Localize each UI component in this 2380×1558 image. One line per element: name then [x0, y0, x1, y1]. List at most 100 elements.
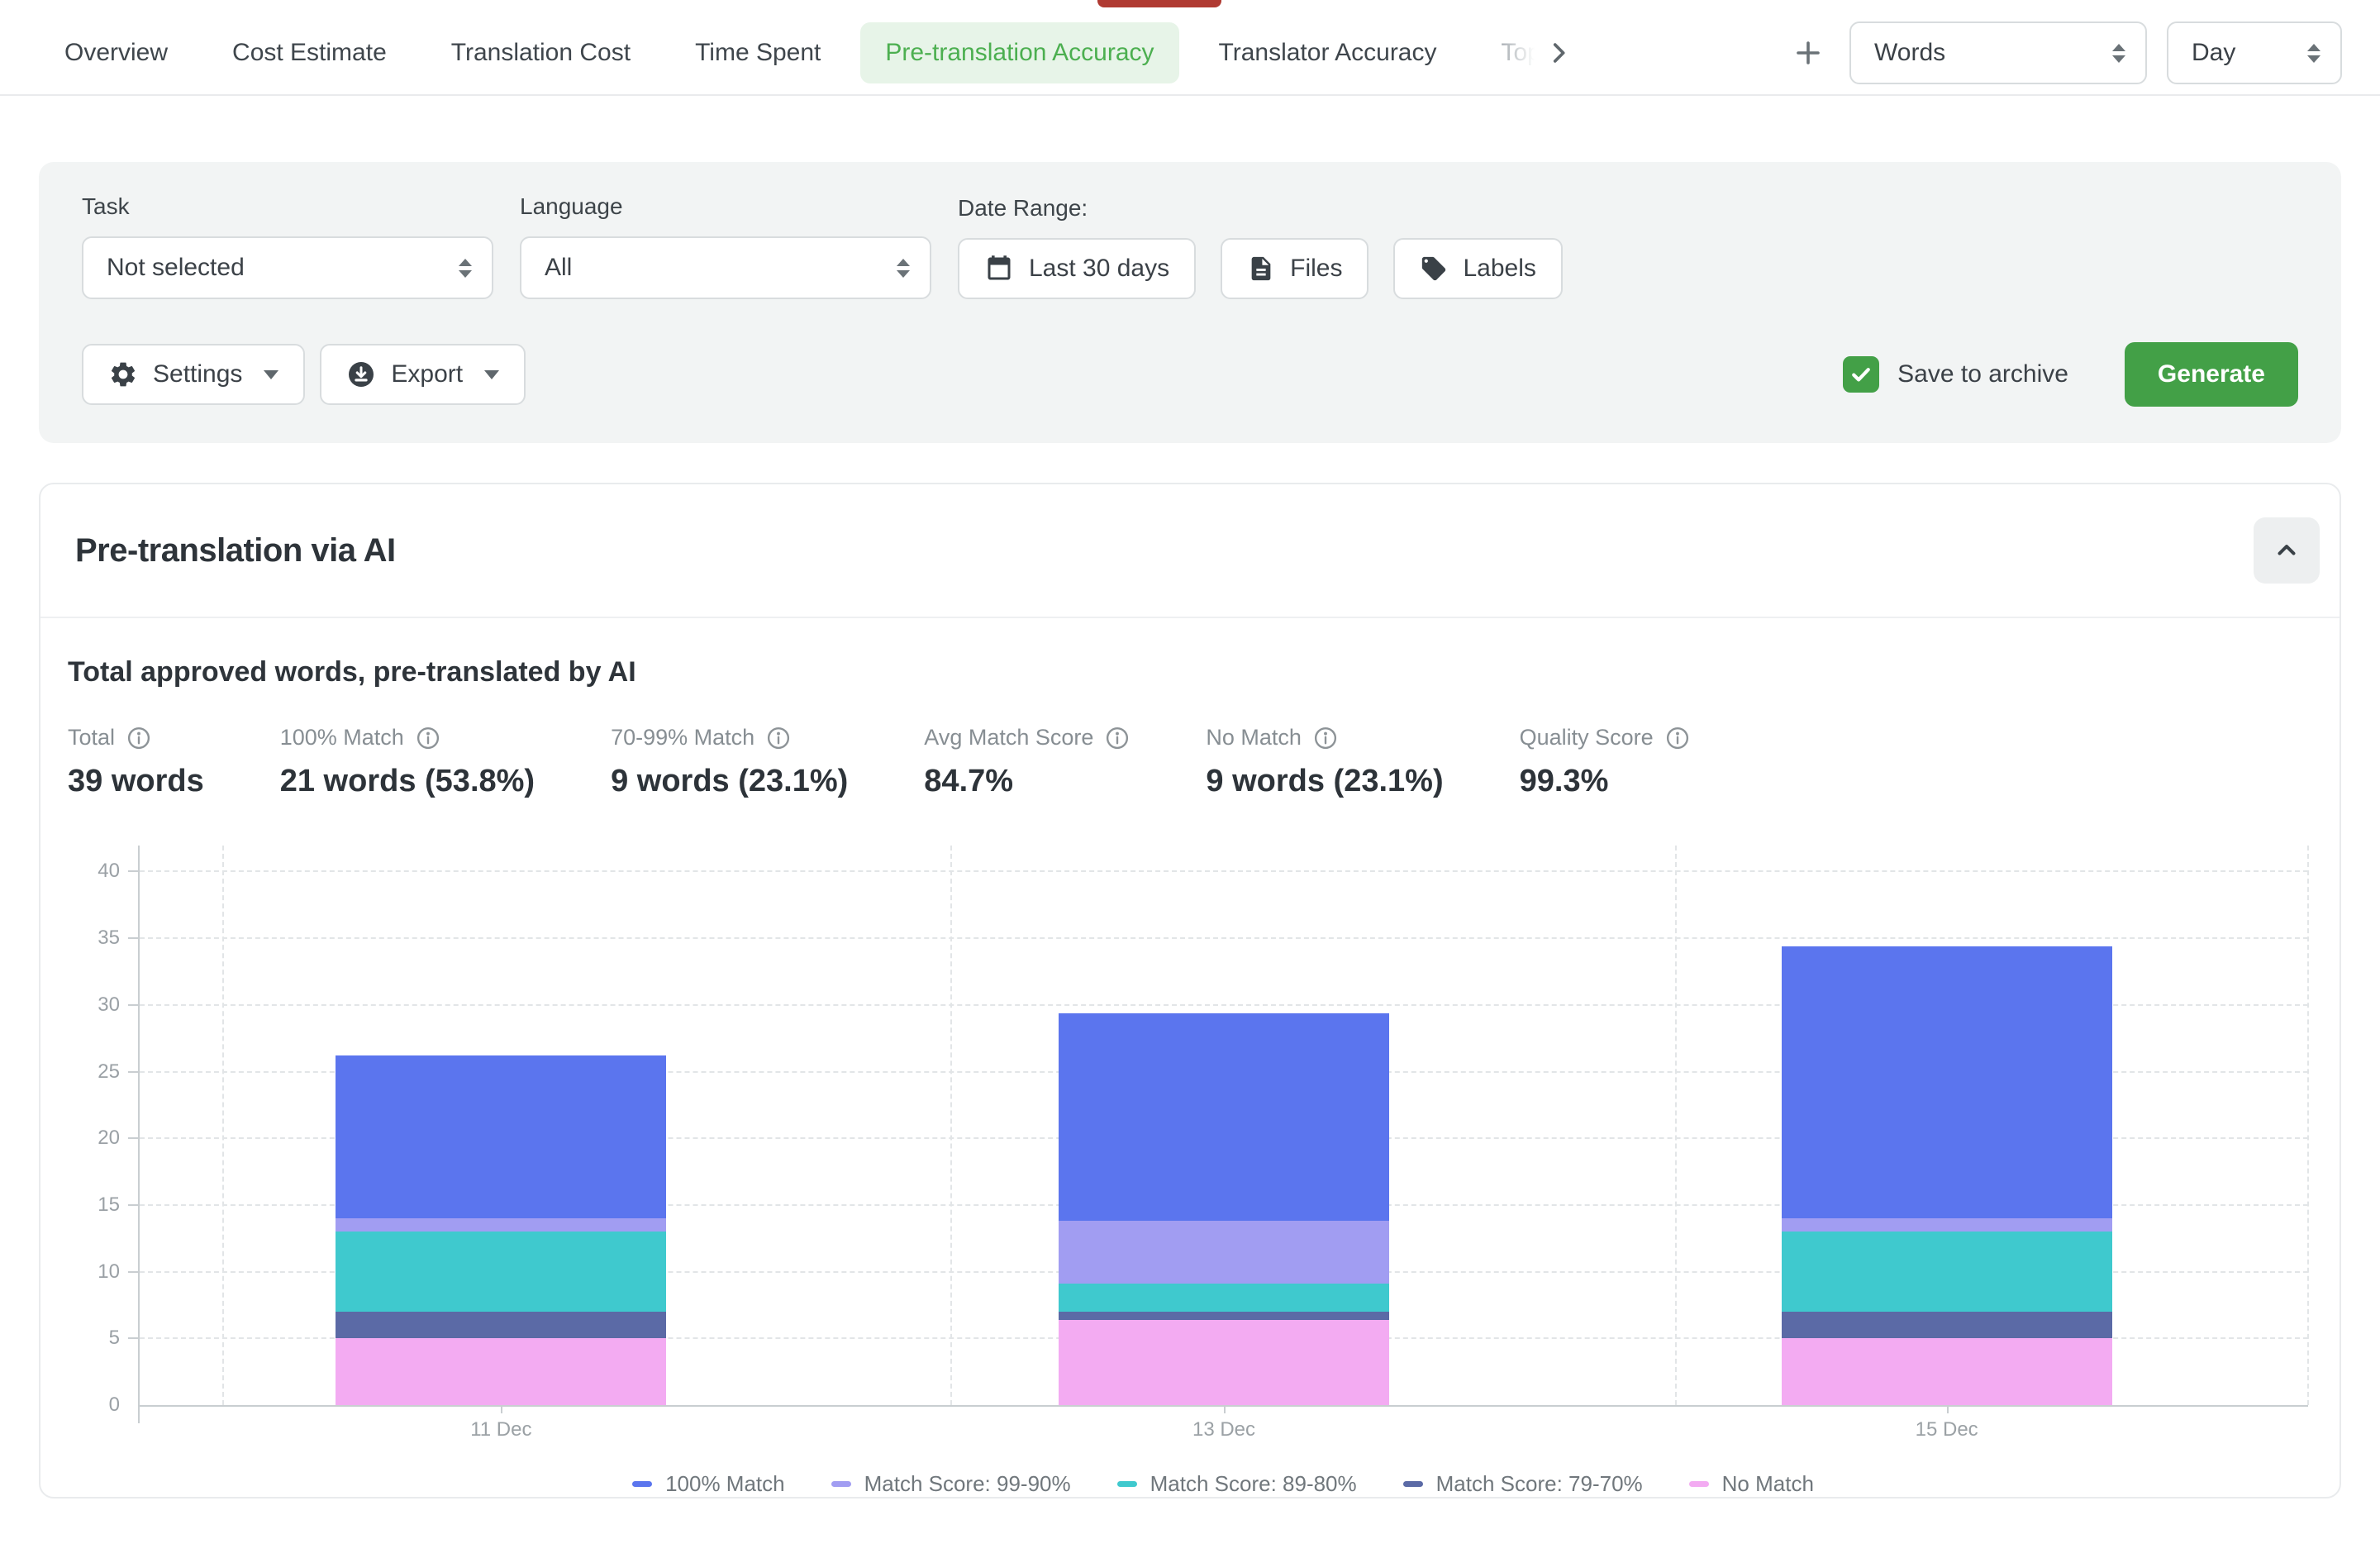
bar-segment-match-score-89-80-15-dec[interactable]: [1782, 1232, 2112, 1312]
legend-item-match-score-79-70[interactable]: Match Score: 79-70%: [1403, 1471, 1643, 1497]
caret-down-icon: [484, 370, 499, 379]
stat-avg-match-score: Avg Match Score84.7%: [924, 725, 1130, 799]
date-range-value: Last 30 days: [1029, 255, 1169, 283]
tab-translation-cost[interactable]: Translation Cost: [426, 22, 655, 83]
stat-70-99-match: 70-99% Match9 words (23.1%): [611, 725, 848, 799]
tab-top[interactable]: Top: [1477, 22, 1538, 83]
y-gridline: [140, 870, 2308, 872]
language-select[interactable]: All: [520, 236, 931, 299]
bar-segment-no-match-11-dec[interactable]: [336, 1338, 666, 1405]
stat-value: 39 words: [68, 764, 204, 799]
task-select-value: Not selected: [107, 254, 245, 282]
info-icon[interactable]: [1313, 726, 1338, 750]
x-axis-label-13-dec: 13 Dec: [1125, 1418, 1323, 1441]
files-label: Files: [1290, 255, 1342, 283]
y-axis-label: 30: [98, 993, 120, 1017]
x-tick: [501, 1405, 502, 1413]
legend-item-match-score-89-80[interactable]: Match Score: 89-80%: [1117, 1471, 1357, 1497]
y-axis-label: 25: [98, 1060, 120, 1084]
x-axis-label-15-dec: 15 Dec: [1848, 1418, 2046, 1441]
tab-time-spent[interactable]: Time Spent: [670, 22, 845, 83]
task-filter: Task Not selected: [82, 193, 493, 299]
tab-overview[interactable]: Overview: [40, 22, 193, 83]
labels-label: Labels: [1463, 255, 1535, 283]
bar-segment-match-score-99-90-11-dec[interactable]: [336, 1218, 666, 1232]
info-icon[interactable]: [766, 726, 791, 750]
stat-label: No Match: [1206, 725, 1302, 750]
bar-segment-match-score-89-80-11-dec[interactable]: [336, 1232, 666, 1312]
bar-segment-match-score-99-90-13-dec[interactable]: [1059, 1221, 1389, 1284]
bar-13-dec[interactable]: [1059, 1013, 1389, 1405]
legend-item-100-match[interactable]: 100% Match: [632, 1471, 785, 1497]
legend-label: Match Score: 79-70%: [1436, 1471, 1643, 1497]
stat-value: 84.7%: [924, 764, 1130, 799]
bar-11-dec[interactable]: [336, 1055, 666, 1405]
y-axis-label: 40: [98, 860, 120, 883]
collapse-section-button[interactable]: [2254, 517, 2320, 584]
generate-button[interactable]: Generate: [2125, 342, 2298, 407]
stat-100-match: 100% Match21 words (53.8%): [280, 725, 535, 799]
legend-item-no-match[interactable]: No Match: [1689, 1471, 1814, 1497]
stat-value: 9 words (23.1%): [1206, 764, 1443, 799]
bar-segment-100-match-13-dec[interactable]: [1059, 1013, 1389, 1222]
legend-label: No Match: [1722, 1471, 1814, 1497]
tab-pre-translation-accuracy[interactable]: Pre-translation Accuracy: [860, 22, 1178, 83]
x-axis-label-11-dec: 11 Dec: [402, 1418, 600, 1441]
file-icon: [1247, 255, 1275, 283]
bar-15-dec[interactable]: [1782, 946, 2112, 1405]
bar-segment-no-match-15-dec[interactable]: [1782, 1338, 2112, 1405]
info-icon[interactable]: [126, 726, 151, 750]
x-gridline: [222, 846, 224, 1405]
tab-translator-accuracy[interactable]: Translator Accuracy: [1194, 22, 1462, 83]
unit-select[interactable]: Words: [1849, 21, 2147, 84]
stat-total: Total 39 words: [68, 725, 204, 799]
stat-label: Total: [68, 725, 115, 750]
stat-label: 70-99% Match: [611, 725, 754, 750]
info-icon[interactable]: [416, 726, 440, 750]
info-icon[interactable]: [1105, 726, 1130, 750]
bar-segment-match-score-79-70-11-dec[interactable]: [336, 1312, 666, 1338]
section-title: Pre-translation via AI: [75, 532, 396, 569]
stat-quality-score: Quality Score99.3%: [1520, 725, 1690, 799]
settings-button[interactable]: Settings: [82, 344, 305, 405]
task-label: Task: [82, 193, 493, 220]
select-caret-icon: [2307, 44, 2320, 63]
save-to-archive-checkbox[interactable]: [1843, 356, 1879, 393]
export-button[interactable]: Export: [320, 344, 526, 405]
bar-segment-match-score-79-70-13-dec[interactable]: [1059, 1312, 1389, 1320]
bar-segment-no-match-13-dec[interactable]: [1059, 1320, 1389, 1405]
bar-segment-100-match-11-dec[interactable]: [336, 1055, 666, 1218]
labels-filter-button[interactable]: Labels: [1393, 238, 1562, 299]
info-icon[interactable]: [1665, 726, 1690, 750]
bar-segment-match-score-89-80-13-dec[interactable]: [1059, 1284, 1389, 1312]
add-report-tab-button[interactable]: [1787, 31, 1830, 74]
legend-swatch: [632, 1481, 652, 1487]
bar-segment-match-score-99-90-15-dec[interactable]: [1782, 1218, 2112, 1232]
tab-cost-estimate[interactable]: Cost Estimate: [207, 22, 412, 83]
period-select[interactable]: Day: [2167, 21, 2342, 84]
language-select-value: All: [545, 254, 572, 282]
task-select[interactable]: Not selected: [82, 236, 493, 299]
bar-segment-match-score-79-70-15-dec[interactable]: [1782, 1312, 2112, 1338]
tabs-overflow-chevron-icon[interactable]: [1538, 32, 1579, 74]
pre-translation-report-card: Pre-translation via AI Total approved wo…: [39, 483, 2341, 1498]
y-axis-label: 10: [98, 1260, 120, 1284]
y-axis-label: 15: [98, 1194, 120, 1217]
gear-icon: [108, 360, 138, 389]
x-gridline: [1675, 846, 1677, 1405]
date-range-button[interactable]: Last 30 days: [958, 238, 1196, 299]
calendar-icon: [984, 254, 1014, 283]
screen-edge-artifact: [1097, 0, 1221, 7]
x-tick: [1224, 1405, 1226, 1413]
settings-label: Settings: [153, 360, 242, 388]
report-tabs: OverviewCost EstimateTranslation CostTim…: [40, 22, 1538, 83]
tag-icon: [1420, 255, 1448, 283]
report-tabs-bar: OverviewCost EstimateTranslation CostTim…: [0, 0, 2380, 96]
stat-no-match: No Match 9 words (23.1%): [1206, 725, 1443, 799]
files-filter-button[interactable]: Files: [1221, 238, 1368, 299]
stat-label: 100% Match: [280, 725, 404, 750]
caret-down-icon: [264, 370, 278, 379]
legend-item-match-score-99-90[interactable]: Match Score: 99-90%: [831, 1471, 1071, 1497]
bar-segment-100-match-15-dec[interactable]: [1782, 946, 2112, 1218]
y-axis-label: 35: [98, 927, 120, 950]
